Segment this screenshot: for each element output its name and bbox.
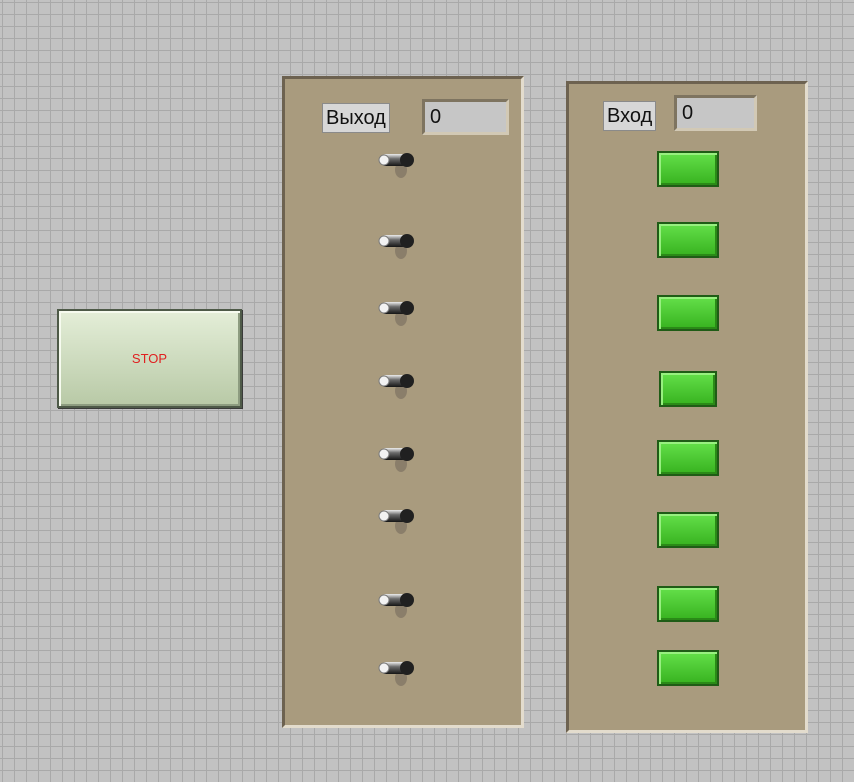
- toggle-switch-7[interactable]: [377, 586, 417, 620]
- led-indicator-1: [657, 151, 719, 187]
- toggle-switch-5[interactable]: [377, 440, 417, 474]
- stop-button[interactable]: STOP: [57, 309, 242, 408]
- toggle-switch-icon: [378, 593, 414, 618]
- led-indicator-3: [657, 295, 719, 331]
- toggle-switch-1[interactable]: [377, 146, 417, 180]
- output-label: Выход: [322, 103, 390, 133]
- led-indicator-2: [657, 222, 719, 258]
- toggle-switch-icon: [378, 509, 414, 534]
- led-indicator-4: [659, 371, 717, 407]
- led-indicator-6: [657, 512, 719, 548]
- toggle-switch-icon: [378, 661, 414, 686]
- output-panel: Выход 0: [282, 76, 524, 728]
- toggle-switch-icon: [378, 234, 414, 259]
- toggle-switch-icon: [378, 447, 414, 472]
- output-numeric-indicator: 0: [422, 99, 509, 135]
- toggle-switch-icon: [378, 301, 414, 326]
- led-indicator-5: [657, 440, 719, 476]
- toggle-switch-icon: [378, 153, 414, 178]
- toggle-switch-8[interactable]: [377, 654, 417, 688]
- toggle-switch-6[interactable]: [377, 502, 417, 536]
- led-indicator-7: [657, 586, 719, 622]
- toggle-switch-icon: [378, 374, 414, 399]
- toggle-switch-3[interactable]: [377, 294, 417, 328]
- stop-button-label: STOP: [131, 351, 168, 366]
- toggle-switch-4[interactable]: [377, 367, 417, 401]
- led-indicator-8: [657, 650, 719, 686]
- input-numeric-indicator: 0: [674, 95, 757, 131]
- input-panel: Вход 0: [566, 81, 808, 733]
- toggle-switch-2[interactable]: [377, 227, 417, 261]
- input-label: Вход: [603, 101, 657, 131]
- front-panel-grid: STOP Выход 0 Вход 0: [0, 0, 854, 782]
